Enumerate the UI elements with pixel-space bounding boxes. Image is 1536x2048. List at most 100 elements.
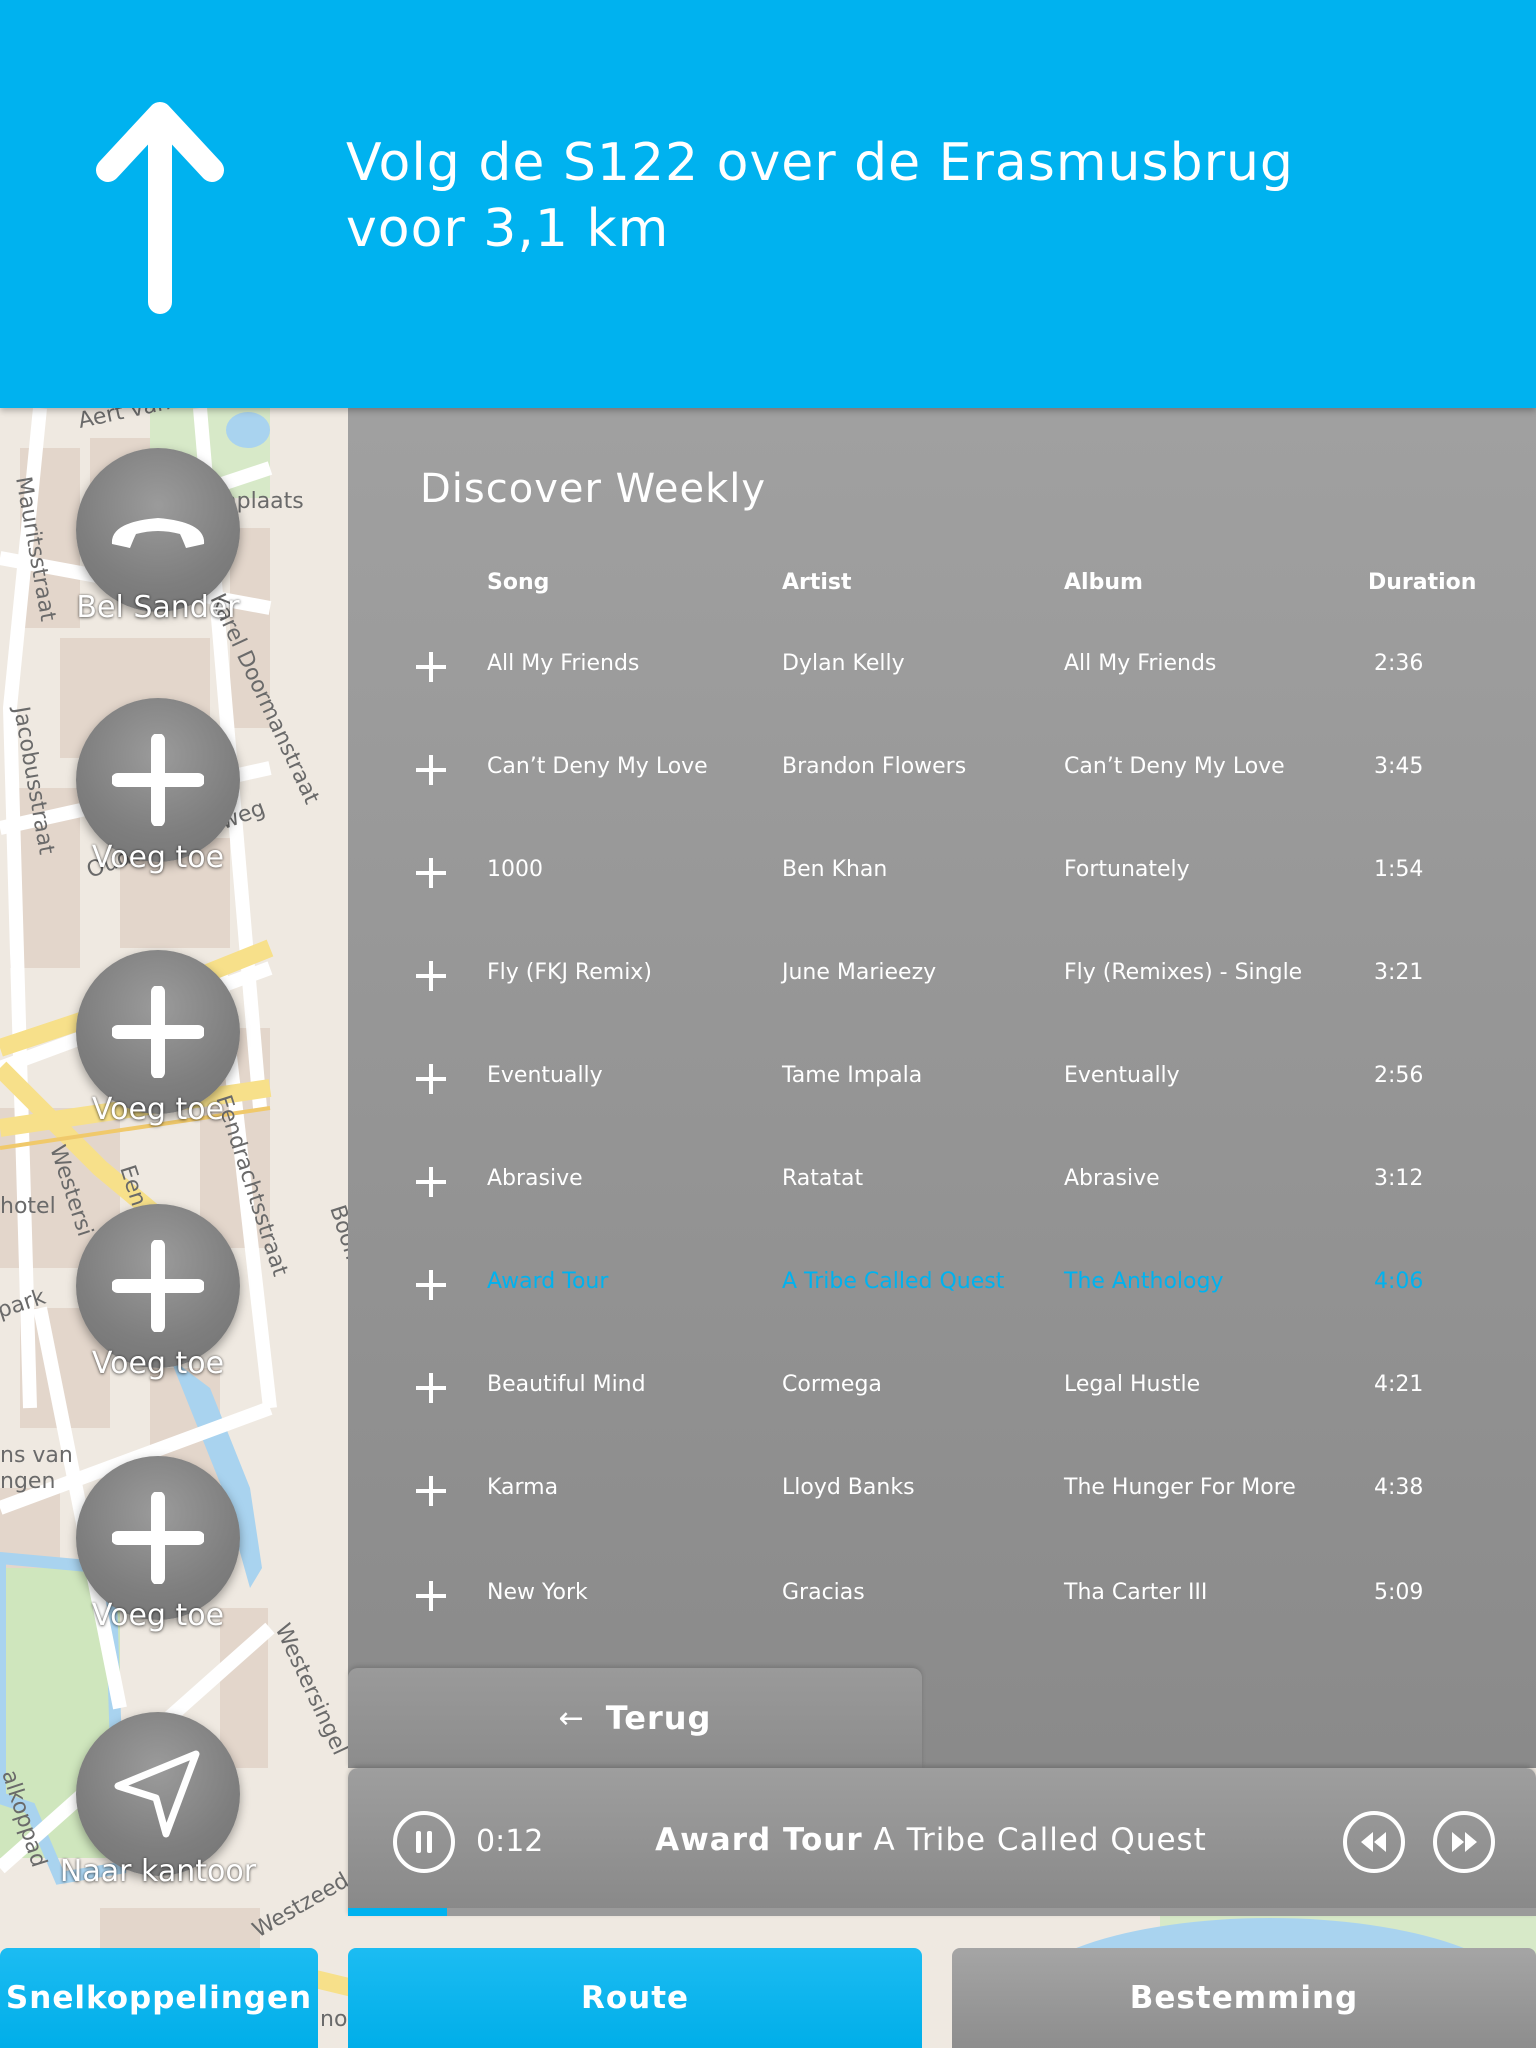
shortcut-circle[interactable] [76, 950, 240, 1114]
playback-progress[interactable] [348, 1908, 1536, 1916]
add-track-icon[interactable] [414, 753, 448, 787]
shortcut-circle[interactable] [76, 1456, 240, 1620]
track-duration: 3:21 [1374, 960, 1424, 985]
track-row-playing[interactable]: Award Tour A Tribe Called Quest The Anth… [348, 1255, 1536, 1315]
shortcut-circle[interactable] [76, 1712, 240, 1876]
plus-icon [112, 1240, 204, 1332]
track-song: New York [487, 1580, 588, 1605]
track-row[interactable]: Abrasive Ratatat Abrasive 3:12 [348, 1152, 1536, 1212]
track-duration: 4:06 [1374, 1269, 1424, 1294]
shortcut-add-1[interactable]: Voeg toe [76, 698, 240, 875]
shortcut-add-2[interactable]: Voeg toe [76, 950, 240, 1127]
tab-destination[interactable]: Bestemming [952, 1948, 1536, 2048]
track-row[interactable]: Fly (FKJ Remix) June Marieezy Fly (Remix… [348, 946, 1536, 1006]
shortcut-circle[interactable] [76, 698, 240, 862]
map-label: ngen [0, 1469, 55, 1494]
now-playing-artist: A Tribe Called Quest [873, 1822, 1207, 1858]
add-track-icon[interactable] [414, 959, 448, 993]
shortcut-to-office[interactable]: Naar kantoor [60, 1712, 256, 1889]
now-playing: Award Tour A Tribe Called Quest [628, 1822, 1234, 1858]
track-duration: 2:56 [1374, 1063, 1424, 1088]
arrow-up-icon [96, 102, 224, 314]
fast-forward-button[interactable] [1432, 1810, 1496, 1874]
column-header-artist: Artist [782, 570, 852, 595]
tab-route[interactable]: Route [348, 1948, 922, 2048]
track-song: Can’t Deny My Love [487, 754, 708, 779]
track-row[interactable]: All My Friends Dylan Kelly All My Friend… [348, 637, 1536, 697]
add-track-icon[interactable] [414, 1062, 448, 1096]
pause-button[interactable] [392, 1810, 456, 1874]
navigation-instruction: Volg de S122 over de Erasmusbrug voor 3,… [346, 130, 1446, 262]
track-duration: 4:38 [1374, 1475, 1424, 1500]
map-label: ns van [0, 1443, 73, 1468]
add-track-icon[interactable] [414, 650, 448, 684]
track-row[interactable]: Karma Lloyd Banks The Hunger For More 4:… [348, 1461, 1536, 1521]
track-duration: 2:36 [1374, 651, 1424, 676]
track-duration: 3:45 [1374, 754, 1424, 779]
track-duration: 4:21 [1374, 1372, 1424, 1397]
track-album: Can’t Deny My Love [1064, 754, 1285, 779]
track-artist: Gracias [782, 1580, 865, 1605]
shortcut-call-sander[interactable]: Bel Sander [76, 448, 240, 625]
shortcut-circle[interactable] [76, 1204, 240, 1368]
track-row[interactable]: Beautiful Mind Cormega Legal Hustle 4:21 [348, 1358, 1536, 1418]
shortcut-label: Voeg toe [91, 1598, 225, 1633]
shortcut-label: Voeg toe [91, 1092, 225, 1127]
playback-progress-fill [348, 1908, 447, 1916]
shortcut-add-3[interactable]: Voeg toe [76, 1204, 240, 1381]
add-track-icon[interactable] [414, 1579, 448, 1613]
track-album: Fly (Remixes) - Single [1064, 960, 1303, 985]
track-album: Fortunately [1064, 857, 1190, 882]
track-album: Legal Hustle [1064, 1372, 1201, 1397]
track-row[interactable]: 1000 Ben Khan Fortunately 1:54 [348, 843, 1536, 903]
arrow-left-icon: ← [558, 1700, 584, 1736]
track-album: The Anthology [1064, 1269, 1224, 1294]
track-song: All My Friends [487, 651, 640, 676]
add-track-icon[interactable] [414, 1474, 448, 1508]
track-row[interactable]: New York Gracias Tha Carter III 5:09 [348, 1566, 1536, 1626]
add-track-icon[interactable] [414, 856, 448, 890]
back-button[interactable]: ← Terug [348, 1668, 922, 1768]
shortcut-label: Bel Sander [76, 590, 240, 625]
track-duration: 5:09 [1374, 1580, 1424, 1605]
track-album: Tha Carter III [1064, 1580, 1208, 1605]
add-track-icon[interactable] [414, 1165, 448, 1199]
player-bar: 0:12 Award Tour A Tribe Called Quest [348, 1768, 1536, 1916]
instruction-line: Volg de S122 over de Erasmusbrug [346, 133, 1294, 193]
track-song: Abrasive [487, 1166, 583, 1191]
track-duration: 1:54 [1374, 857, 1424, 882]
rewind-button[interactable] [1342, 1810, 1406, 1874]
track-row[interactable]: Can’t Deny My Love Brandon Flowers Can’t… [348, 740, 1536, 800]
track-artist: Cormega [782, 1372, 882, 1397]
add-track-icon[interactable] [414, 1371, 448, 1405]
track-artist: Dylan Kelly [782, 651, 905, 676]
track-song: Fly (FKJ Remix) [487, 960, 652, 985]
track-song: 1000 [487, 857, 543, 882]
track-album: All My Friends [1064, 651, 1217, 676]
shortcut-circle[interactable] [76, 448, 240, 612]
track-song: Karma [487, 1475, 559, 1500]
track-album: Abrasive [1064, 1166, 1160, 1191]
navigation-arrow-icon [114, 1750, 200, 1838]
track-song: Beautiful Mind [487, 1372, 646, 1397]
phone-icon [111, 518, 205, 548]
column-header-duration: Duration [1368, 570, 1477, 595]
shortcut-add-4[interactable]: Voeg toe [76, 1456, 240, 1633]
shortcut-label: Voeg toe [91, 1346, 225, 1381]
track-song: Eventually [487, 1063, 603, 1088]
track-album: Eventually [1064, 1063, 1180, 1088]
plus-icon [112, 986, 204, 1078]
track-row[interactable]: Eventually Tame Impala Eventually 2:56 [348, 1049, 1536, 1109]
playlist-panel: Discover Weekly Song Artist Album Durati… [348, 408, 1536, 1768]
playlist-title: Discover Weekly [420, 466, 767, 512]
track-album: The Hunger For More [1064, 1475, 1296, 1500]
track-artist: Ben Khan [782, 857, 888, 882]
instruction-line: voor 3,1 km [346, 199, 670, 259]
plus-icon [112, 734, 204, 826]
add-track-icon[interactable] [414, 1268, 448, 1302]
map-label: hotel [0, 1194, 56, 1219]
plus-icon [112, 1492, 204, 1584]
shortcut-label: Naar kantoor [59, 1854, 257, 1889]
tab-shortcuts[interactable]: Snelkoppelingen [0, 1948, 318, 2048]
track-artist: Lloyd Banks [782, 1475, 915, 1500]
